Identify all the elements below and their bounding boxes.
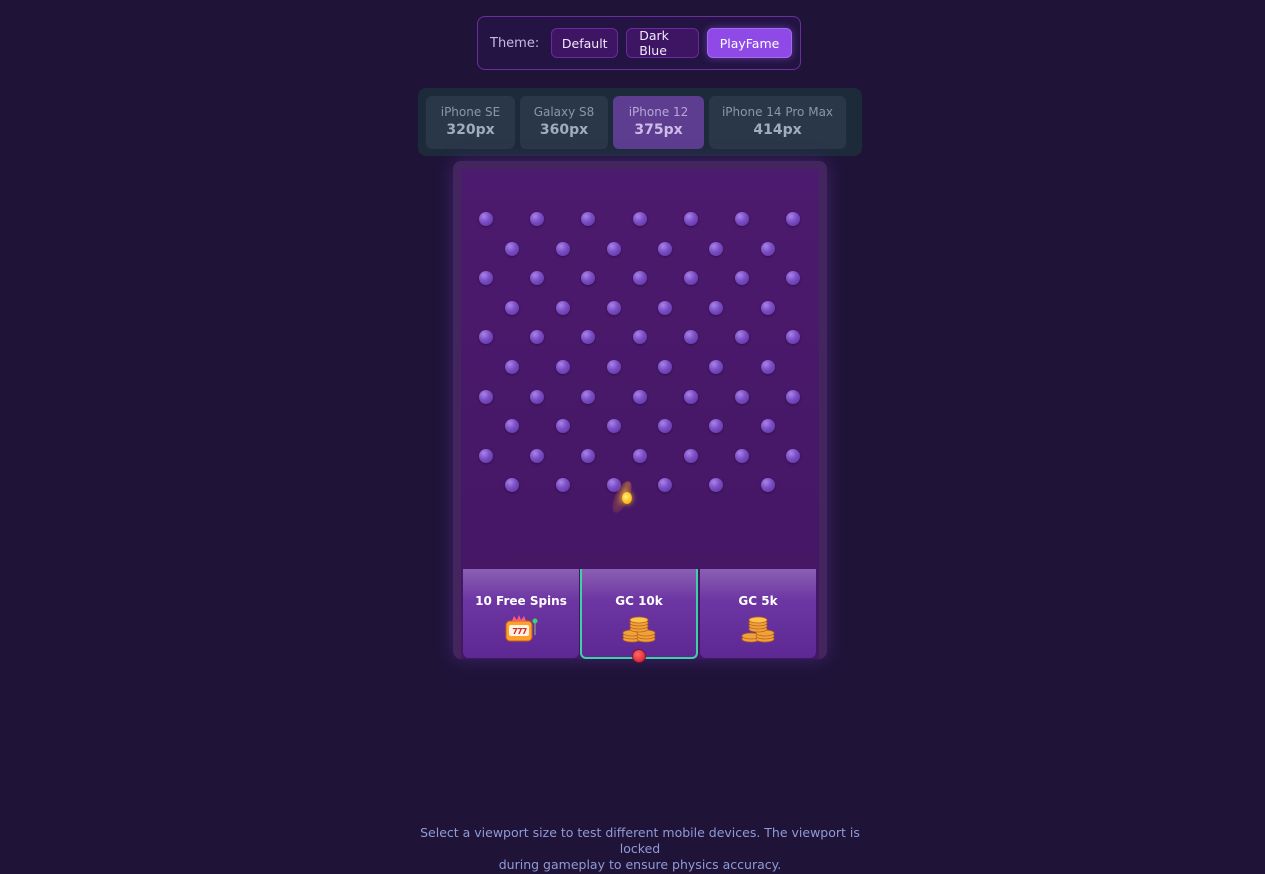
- peg: [504, 300, 519, 315]
- peg: [786, 330, 801, 345]
- peg: [555, 241, 570, 256]
- coin-stack-icon: [622, 616, 656, 643]
- ball: [622, 492, 632, 504]
- peg: [504, 419, 519, 434]
- peg: [658, 419, 673, 434]
- peg: [760, 241, 775, 256]
- peg: [607, 360, 621, 374]
- theme-default-button[interactable]: Default: [551, 28, 619, 58]
- peg: [607, 300, 621, 315]
- viewport-size: 320px: [446, 122, 495, 138]
- peg: [786, 271, 801, 286]
- peg: [504, 360, 519, 374]
- theme-dark-blue-button[interactable]: Dark Blue: [626, 28, 699, 58]
- peg: [530, 448, 545, 463]
- peg: [735, 330, 749, 345]
- peg: [530, 389, 545, 404]
- peg: [735, 212, 749, 226]
- peg: [530, 212, 545, 226]
- footer-note: Select a viewport size to test different…: [410, 825, 870, 873]
- peg: [709, 419, 724, 434]
- peg: [504, 241, 519, 256]
- peg: [632, 448, 647, 463]
- peg: [555, 419, 570, 434]
- slot-label: GC 5k: [738, 594, 778, 608]
- viewport-selector: iPhone SE 320px Galaxy S8 360px iPhone 1…: [418, 88, 862, 156]
- viewport-galaxy-s8-button[interactable]: Galaxy S8 360px: [520, 95, 608, 149]
- viewport-iphone-14-pro-max-button[interactable]: iPhone 14 Pro Max 414px: [709, 95, 846, 149]
- peg: [786, 212, 801, 226]
- prize-slot-gc-5k: GC 5k: [700, 569, 816, 658]
- viewport-name: iPhone 12: [628, 105, 689, 119]
- peg: [786, 389, 801, 404]
- peg: [555, 360, 570, 374]
- peg: [760, 360, 775, 374]
- peg: [709, 360, 724, 374]
- viewport-name: iPhone SE: [440, 105, 501, 119]
- peg: [479, 389, 493, 404]
- peg: [735, 448, 749, 463]
- slot-label: GC 10k: [615, 594, 663, 608]
- slot-machine-icon: 7 7 7: [505, 615, 538, 642]
- peg: [683, 448, 698, 463]
- peg: [581, 271, 596, 286]
- landing-marker: [632, 649, 646, 663]
- peg: [709, 300, 724, 315]
- peg: [760, 300, 775, 315]
- peg: [760, 478, 775, 493]
- theme-label: Theme:: [490, 35, 540, 51]
- peg: [581, 212, 596, 226]
- peg: [479, 271, 493, 286]
- theme-selector: Theme: Default Dark Blue PlayFame: [477, 16, 801, 70]
- peg: [735, 389, 749, 404]
- peg: [632, 330, 647, 345]
- peg: [581, 330, 596, 345]
- peg: [709, 241, 724, 256]
- viewport-size: 414px: [753, 122, 802, 138]
- viewport-iphone-se-button[interactable]: iPhone SE 320px: [426, 95, 515, 149]
- peg: [632, 271, 647, 286]
- slot-label: 10 Free Spins: [475, 594, 567, 608]
- peg: [735, 271, 749, 286]
- footer-line-1: Select a viewport size to test different…: [420, 825, 860, 856]
- viewport-size: 375px: [634, 122, 683, 138]
- peg: [658, 241, 673, 256]
- peg: [479, 448, 493, 463]
- peg: [683, 330, 698, 345]
- peg: [555, 478, 570, 493]
- peg: [479, 212, 493, 226]
- peg: [555, 300, 570, 315]
- peg: [479, 330, 493, 345]
- prize-slot-gc-10k: GC 10k: [580, 569, 698, 659]
- svg-text:7: 7: [522, 627, 528, 636]
- peg: [658, 360, 673, 374]
- peg: [786, 448, 801, 463]
- peg: [760, 419, 775, 434]
- footer-line-2: during gameplay to ensure physics accura…: [498, 857, 782, 872]
- viewport-iphone-12-button[interactable]: iPhone 12 375px: [613, 95, 704, 149]
- peg: [709, 478, 724, 493]
- prize-slot-free-spins: 10 Free Spins 7 7 7: [463, 569, 579, 658]
- viewport-size: 360px: [539, 122, 589, 138]
- peg: [683, 271, 698, 286]
- peg: [581, 448, 596, 463]
- peg: [683, 389, 698, 404]
- peg: [632, 212, 647, 226]
- viewport-name: Galaxy S8: [533, 105, 595, 119]
- viewport-name: iPhone 14 Pro Max: [721, 105, 834, 119]
- peg: [607, 241, 621, 256]
- theme-playfame-button[interactable]: PlayFame: [707, 28, 792, 58]
- peg: [581, 389, 596, 404]
- peg: [658, 300, 673, 315]
- peg: [607, 419, 621, 434]
- coin-stack-icon: [741, 616, 775, 643]
- peg: [632, 389, 647, 404]
- peg: [530, 330, 545, 345]
- peg: [504, 478, 519, 493]
- peg: [530, 271, 545, 286]
- peg: [658, 478, 673, 493]
- peg: [683, 212, 698, 226]
